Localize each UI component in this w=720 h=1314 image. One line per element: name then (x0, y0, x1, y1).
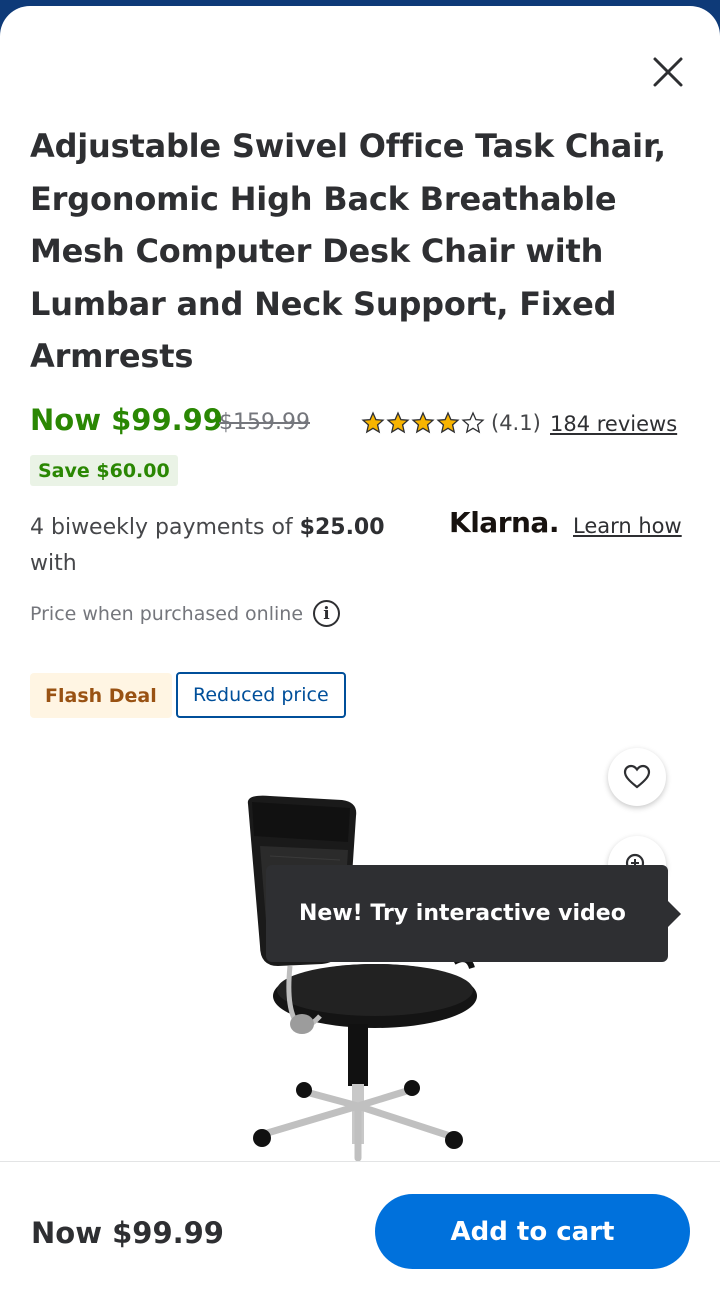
original-price: $159.99 (219, 410, 310, 435)
star-icon (411, 411, 435, 434)
klarna-logo: Klarna. (449, 506, 559, 539)
favorite-button[interactable] (608, 748, 666, 806)
reviews-link[interactable]: 184 reviews (550, 412, 677, 436)
star-rating (361, 411, 485, 435)
product-sheet: Adjustable Swivel Office Task Chair, Erg… (0, 6, 720, 1314)
online-price-note: Price when purchased online i (30, 600, 341, 627)
close-button[interactable] (644, 48, 692, 96)
product-title: Adjustable Swivel Office Task Chair, Erg… (30, 127, 666, 375)
savings-badge: Save $60.00 (30, 455, 178, 486)
tooltip-text: New! Try interactive video (299, 901, 626, 926)
add-to-cart-button[interactable]: Add to cart (375, 1194, 690, 1269)
learn-how-link[interactable]: Learn how (573, 514, 682, 538)
close-icon (653, 57, 683, 87)
rating-value: (4.1) (491, 411, 541, 435)
star-icon (386, 411, 410, 434)
reduced-price-badge: Reduced price (176, 672, 346, 718)
star-icon (461, 411, 485, 434)
bottom-bar: Now $99.99 Add to cart (0, 1161, 720, 1314)
klarna-payment-text: 4 biweekly payments of $25.00 with (30, 510, 430, 582)
klarna-amount: $25.00 (299, 515, 385, 540)
online-price-label: Price when purchased online (30, 602, 304, 625)
rating-summary: (4.1) (361, 411, 541, 435)
star-icon (436, 411, 460, 434)
current-price: Now $99.99 (30, 403, 223, 437)
bottom-price: Now $99.99 (31, 1216, 224, 1250)
klarna-prefix: 4 biweekly payments of (30, 515, 300, 540)
interactive-video-tooltip[interactable]: New! Try interactive video (266, 865, 668, 962)
heart-icon (623, 764, 651, 789)
tooltip-arrow (666, 899, 681, 929)
flash-deal-badge: Flash Deal (30, 673, 172, 718)
star-icon (361, 411, 385, 434)
product-image[interactable] (230, 786, 490, 1162)
info-icon[interactable]: i (313, 600, 341, 627)
klarna-suffix: with (30, 551, 77, 576)
